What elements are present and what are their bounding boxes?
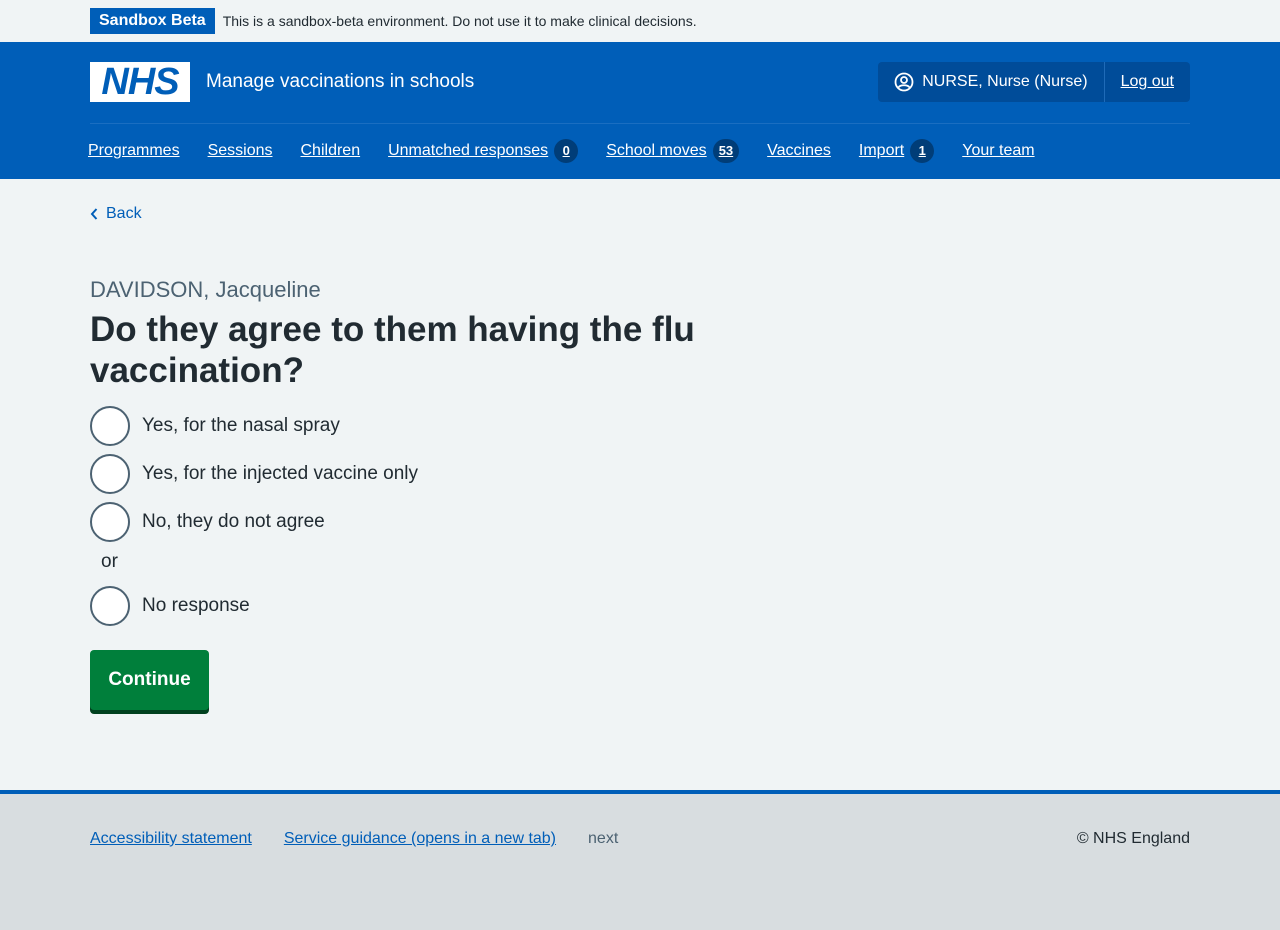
radio-label[interactable]: No, they do not agree <box>142 511 325 533</box>
logout-button[interactable]: Log out <box>1103 62 1190 102</box>
primary-navigation: Programmes Sessions Children Unmatched r… <box>88 138 1063 164</box>
nav-item-label: Children <box>300 142 361 159</box>
radio-button[interactable] <box>90 454 130 494</box>
copyright: © NHS England <box>1076 830 1190 847</box>
user-circle-icon <box>894 72 914 92</box>
nav-item-your-team[interactable]: Your team <box>962 142 1034 160</box>
nav-item-label: Programmes <box>88 142 180 159</box>
footer-links: Accessibility statement Service guidance… <box>90 830 618 848</box>
nav-item-label: Sessions <box>207 142 273 159</box>
version-label: next <box>588 830 619 847</box>
nav-item-import[interactable]: Import 1 <box>858 139 935 163</box>
service-guidance-link[interactable]: Service guidance (opens in a new tab) <box>284 830 556 848</box>
service-name[interactable]: Manage vaccinations in schools <box>206 71 474 93</box>
account-user-name: NURSE, Nurse (Nurse) <box>922 73 1088 90</box>
back-link[interactable]: Back <box>90 205 142 223</box>
nav-item-sessions[interactable]: Sessions <box>208 142 273 160</box>
nhs-logo[interactable]: NHS <box>90 62 190 102</box>
nav-item-label: Import <box>858 142 905 159</box>
site-header: NHS Manage vaccinations in schools NURSE… <box>0 42 1280 179</box>
environment-banner: Sandbox Beta This is a sandbox-beta envi… <box>0 0 1280 42</box>
radio-button[interactable] <box>90 406 130 446</box>
count-badge: 53 <box>712 139 740 163</box>
continue-button[interactable]: Continue <box>90 650 209 710</box>
count-badge: 1 <box>910 139 935 163</box>
radio-divider: or <box>101 551 118 572</box>
account-user: NURSE, Nurse (Nurse) <box>878 62 1104 102</box>
environment-tag: Sandbox Beta <box>90 8 215 34</box>
radio-option-do-not-agree[interactable]: No, they do not agree <box>90 502 418 542</box>
nav-item-label: Vaccines <box>767 142 831 159</box>
radio-option-no-response[interactable]: No response <box>90 586 418 626</box>
nav-item-unmatched-responses[interactable]: Unmatched responses 0 <box>388 139 579 163</box>
accessibility-statement-link[interactable]: Accessibility statement <box>90 830 252 848</box>
header-row: NHS Manage vaccinations in schools NURSE… <box>90 62 1190 102</box>
count-badge: 0 <box>554 139 579 163</box>
nav-item-label: Your team <box>962 142 1035 159</box>
nav-item-programmes[interactable]: Programmes <box>88 142 180 160</box>
radio-label[interactable]: Yes, for the injected vaccine only <box>142 463 418 485</box>
consent-radio-group: Yes, for the nasal spray Yes, for the in… <box>90 406 418 634</box>
header-divider <box>90 123 1190 124</box>
nav-item-label: School moves <box>606 142 707 159</box>
radio-label[interactable]: No response <box>142 595 250 617</box>
account-menu: NURSE, Nurse (Nurse) Log out <box>878 62 1190 102</box>
nav-item-school-moves[interactable]: School moves 53 <box>606 139 740 163</box>
environment-message: This is a sandbox-beta environment. Do n… <box>222 13 697 29</box>
radio-option-injected-only[interactable]: Yes, for the injected vaccine only <box>90 454 418 494</box>
back-link-label: Back <box>106 205 142 222</box>
radio-button[interactable] <box>90 502 130 542</box>
radio-option-nasal-spray[interactable]: Yes, for the nasal spray <box>90 406 418 446</box>
nav-item-label: Unmatched responses <box>388 142 549 159</box>
site-footer: Accessibility statement Service guidance… <box>0 790 1280 930</box>
radio-label[interactable]: Yes, for the nasal spray <box>142 415 340 437</box>
nav-item-vaccines[interactable]: Vaccines <box>767 142 831 160</box>
radio-button[interactable] <box>90 586 130 626</box>
page-title: Do they agree to them having the flu vac… <box>90 310 695 390</box>
nhs-logo-text: NHS <box>101 61 179 103</box>
chevron-left-icon <box>90 208 98 220</box>
patient-name-caption: DAVIDSON, Jacqueline <box>90 277 321 302</box>
nav-item-children[interactable]: Children <box>301 142 361 160</box>
